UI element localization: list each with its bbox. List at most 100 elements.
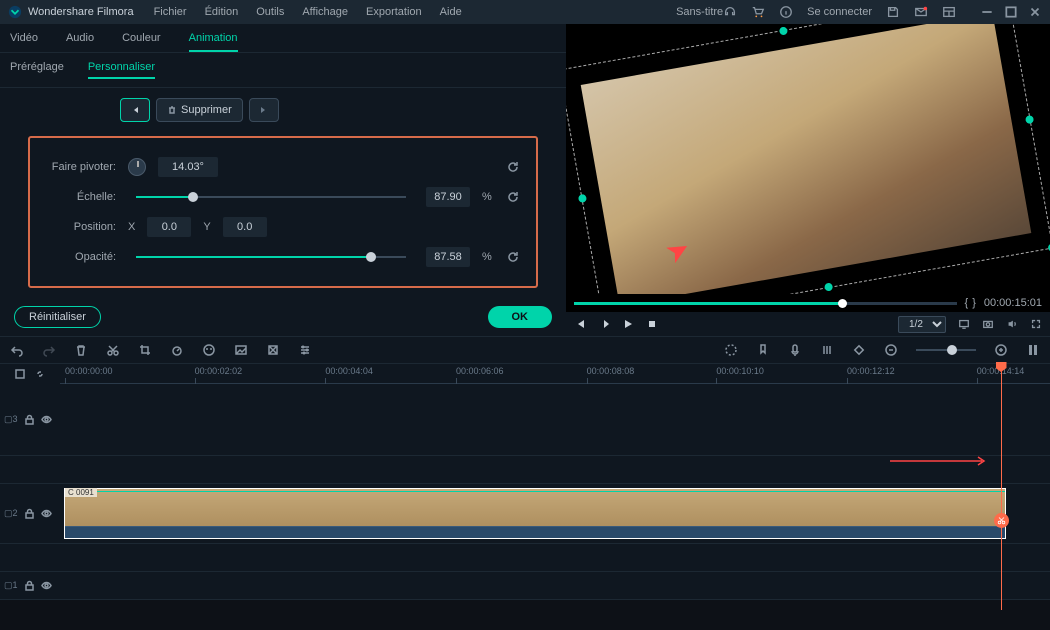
link-icon[interactable] <box>34 368 46 380</box>
track-manage-icon[interactable] <box>14 368 26 380</box>
scale-value[interactable]: 87.90 <box>426 187 470 207</box>
eye-icon[interactable] <box>41 414 52 425</box>
tab-audio[interactable]: Audio <box>66 32 94 52</box>
speed-icon[interactable] <box>170 343 184 357</box>
timeline: 00:00:00:00 00:00:02:02 00:00:04:04 00:0… <box>0 364 1050 600</box>
timeline-zoom-slider[interactable] <box>916 349 976 351</box>
rotate-reset-icon[interactable] <box>506 160 520 174</box>
doc-title: Sans-titre <box>676 6 723 18</box>
zoom-out-icon[interactable] <box>884 343 898 357</box>
audio-mixer-icon[interactable] <box>820 343 834 357</box>
crop-icon[interactable] <box>138 343 152 357</box>
maximize-icon[interactable] <box>1004 5 1018 19</box>
tick: 00:00:02:02 <box>195 366 243 376</box>
sub-tabs: Préréglage Personnaliser <box>0 53 566 88</box>
signin-button[interactable]: Se connecter <box>807 6 872 18</box>
keyframe-prev-button[interactable] <box>120 98 150 122</box>
tab-couleur[interactable]: Couleur <box>122 32 161 52</box>
freeze-icon[interactable] <box>266 343 280 357</box>
fullscreen-icon[interactable] <box>1030 318 1042 330</box>
rotate-value[interactable]: 14.03° <box>158 157 218 177</box>
zoom-in-icon[interactable] <box>994 343 1008 357</box>
marker-icon[interactable] <box>756 343 770 357</box>
cut-icon[interactable] <box>106 343 120 357</box>
tab-video[interactable]: Vidéo <box>10 32 38 52</box>
lock-icon[interactable] <box>24 580 35 591</box>
track-body[interactable]: C 0091 <box>60 484 1050 543</box>
display-icon[interactable] <box>958 318 970 330</box>
supprimer-button[interactable]: Supprimer <box>156 98 243 122</box>
save-icon[interactable] <box>886 5 900 19</box>
info-icon[interactable] <box>779 5 793 19</box>
menu-affichage[interactable]: Affichage <box>302 6 348 18</box>
mark-out-icon[interactable]: } <box>972 297 976 309</box>
settings-icon[interactable] <box>298 343 312 357</box>
position-x-value[interactable]: 0.0 <box>147 217 191 237</box>
zoom-fit-icon[interactable] <box>1026 343 1040 357</box>
keyframe-next-button[interactable] <box>249 98 279 122</box>
tab-prereglage[interactable]: Préréglage <box>10 61 64 79</box>
layout-icon[interactable] <box>942 5 956 19</box>
tick: 00:00:00:00 <box>65 366 113 376</box>
timeline-ruler[interactable]: 00:00:00:00 00:00:02:02 00:00:04:04 00:0… <box>60 364 1050 384</box>
track-3: ▢3 <box>0 384 1050 456</box>
rotate-knob[interactable] <box>128 158 146 176</box>
lock-icon[interactable] <box>24 414 35 425</box>
preview-panel: ➤ {} 00:00:15:01 1/2 <box>566 24 1050 336</box>
menu-exportation[interactable]: Exportation <box>366 6 422 18</box>
close-icon[interactable] <box>1028 5 1042 19</box>
redo-icon[interactable] <box>42 343 56 357</box>
preview-zoom-select[interactable]: 1/2 <box>898 316 946 333</box>
opacity-slider[interactable] <box>136 256 406 258</box>
stop-icon[interactable] <box>646 318 658 330</box>
minimize-icon[interactable] <box>980 5 994 19</box>
preview-canvas[interactable]: ➤ <box>566 24 1050 294</box>
mark-in-icon[interactable]: { <box>965 297 969 309</box>
opacity-reset-icon[interactable] <box>506 250 520 264</box>
track-body[interactable] <box>60 572 1050 599</box>
undo-icon[interactable] <box>10 343 24 357</box>
menu-fichier[interactable]: Fichier <box>154 6 187 18</box>
track-2: ▢2 C 0091 <box>0 484 1050 544</box>
track-body[interactable] <box>60 384 1050 455</box>
menu-outils[interactable]: Outils <box>256 6 284 18</box>
menu-aide[interactable]: Aide <box>440 6 462 18</box>
position-y-value[interactable]: 0.0 <box>223 217 267 237</box>
menu-edition[interactable]: Édition <box>205 6 239 18</box>
color-icon[interactable] <box>202 343 216 357</box>
snapshot-icon[interactable] <box>982 318 994 330</box>
scale-slider[interactable] <box>136 196 406 198</box>
opacity-value[interactable]: 87.58 <box>426 247 470 267</box>
preview-timecode: 00:00:15:01 <box>984 297 1042 309</box>
video-clip[interactable]: C 0091 <box>64 488 1006 539</box>
scale-label: Échelle: <box>46 191 116 203</box>
properties-panel: Vidéo Audio Couleur Animation Préréglage… <box>0 24 566 336</box>
properties-box: Faire pivoter: 14.03° Échelle: 87.90 % <box>28 136 538 288</box>
play-pause-icon[interactable] <box>598 318 610 330</box>
mail-icon[interactable] <box>914 5 928 19</box>
playhead[interactable] <box>1001 364 1002 610</box>
reinitialiser-button[interactable]: Réinitialiser <box>14 306 101 328</box>
track-spacer <box>0 544 1050 572</box>
headset-icon[interactable] <box>723 5 737 19</box>
eye-icon[interactable] <box>41 508 52 519</box>
volume-icon[interactable] <box>1006 318 1018 330</box>
scale-reset-icon[interactable] <box>506 190 520 204</box>
play-icon[interactable] <box>622 318 634 330</box>
voiceover-icon[interactable] <box>788 343 802 357</box>
prev-frame-icon[interactable] <box>574 318 586 330</box>
delete-icon[interactable] <box>74 343 88 357</box>
eye-icon[interactable] <box>41 580 52 591</box>
position-x-label: X <box>128 221 135 233</box>
tab-animation[interactable]: Animation <box>189 32 238 52</box>
preview-progress-bar: {} 00:00:15:01 <box>566 294 1050 312</box>
green-screen-icon[interactable] <box>234 343 248 357</box>
preview-seek-slider[interactable] <box>574 302 957 305</box>
tab-personnaliser[interactable]: Personnaliser <box>88 61 155 79</box>
keyframe-icon[interactable] <box>852 343 866 357</box>
render-icon[interactable] <box>724 343 738 357</box>
trash-icon <box>167 105 177 115</box>
ok-button[interactable]: OK <box>488 306 553 328</box>
cart-icon[interactable] <box>751 5 765 19</box>
lock-icon[interactable] <box>24 508 35 519</box>
